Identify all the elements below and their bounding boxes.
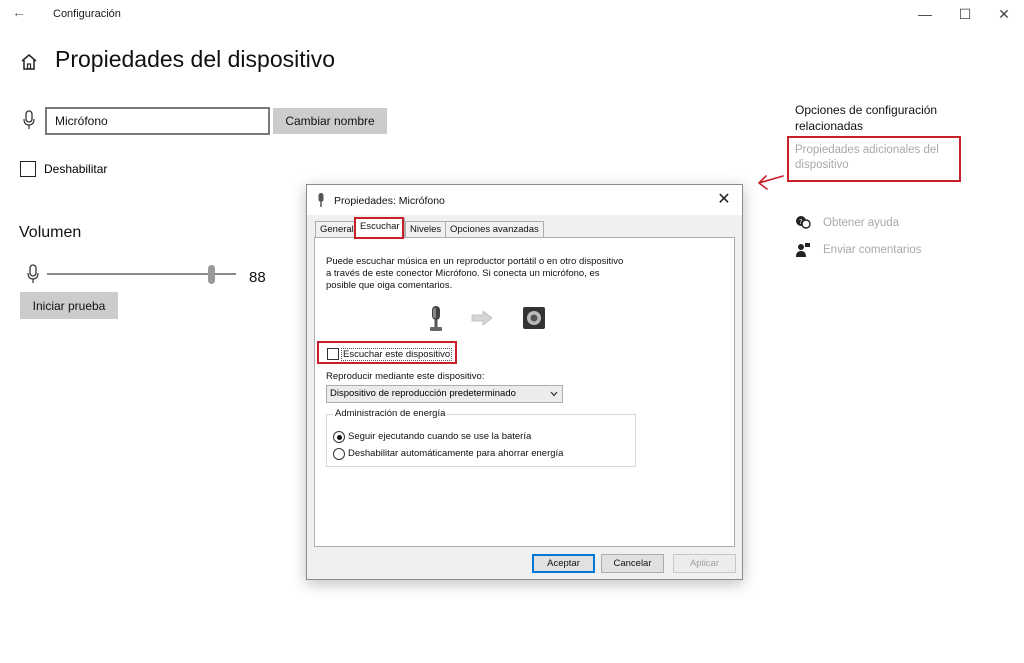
- window-title: Configuración: [53, 8, 121, 20]
- apply-button[interactable]: Aplicar: [673, 554, 736, 573]
- related-settings-title: Opciones de configuración relacionadas: [795, 103, 938, 133]
- minimize-button[interactable]: —: [907, 2, 943, 26]
- send-feedback-link[interactable]: Enviar comentarios: [823, 244, 921, 256]
- svg-text:?: ?: [799, 218, 803, 226]
- power-option-keep-running-label[interactable]: Seguir ejecutando cuando se use la bater…: [348, 431, 531, 443]
- listen-device-checkbox[interactable]: [327, 348, 339, 360]
- highlight-box-escuchar-tab: [354, 217, 404, 239]
- microphone-icon: [23, 110, 35, 129]
- radio-selected-dot: [336, 434, 342, 440]
- chevron-down-icon: [550, 391, 558, 397]
- cancel-button[interactable]: Cancelar: [601, 554, 664, 573]
- power-management-title: Administración de energía: [333, 408, 448, 419]
- volume-microphone-icon: [27, 264, 39, 283]
- speaker-device-icon: [523, 307, 545, 329]
- back-arrow-icon[interactable]: ←: [12, 4, 26, 20]
- tab-general[interactable]: General: [315, 221, 359, 238]
- device-name-input[interactable]: [45, 107, 270, 135]
- home-icon[interactable]: [19, 52, 39, 72]
- disable-checkbox[interactable]: [20, 161, 36, 177]
- volume-slider-thumb[interactable]: [208, 265, 215, 284]
- start-test-button[interactable]: Iniciar prueba: [20, 292, 118, 319]
- dialog-microphone-icon: [318, 193, 324, 207]
- feedback-person-icon: [796, 243, 810, 257]
- get-help-link[interactable]: Obtener ayuda: [823, 217, 899, 229]
- arrow-right-icon: [471, 311, 493, 325]
- additional-properties-link[interactable]: Propiedades adicionales del dispositivo: [795, 143, 955, 173]
- tab-opciones-avanzadas[interactable]: Opciones avanzadas: [445, 221, 544, 238]
- properties-dialog: Propiedades: Micrófono ✕ General Escucha…: [306, 184, 743, 580]
- power-option-auto-disable-label[interactable]: Deshabilitar automáticamente para ahorra…: [348, 448, 563, 460]
- page-title: Propiedades del dispositivo: [55, 46, 336, 72]
- microphone-device-icon: [430, 306, 442, 331]
- volume-value: 88: [249, 269, 266, 286]
- playback-device-value: Dispositivo de reproducción predetermina…: [330, 388, 516, 399]
- ok-button[interactable]: Aceptar: [532, 554, 595, 573]
- dialog-title: Propiedades: Micrófono: [334, 195, 445, 207]
- disable-label: Deshabilitar: [44, 162, 108, 176]
- volume-title: Volumen: [19, 224, 82, 241]
- maximize-button[interactable]: ☐: [947, 2, 983, 26]
- rename-button[interactable]: Cambiar nombre: [273, 108, 387, 134]
- power-option-auto-disable-radio[interactable]: [333, 448, 345, 460]
- playback-label: Reproducir mediante este dispositivo:: [326, 371, 485, 382]
- listen-device-label[interactable]: Escuchar este dispositivo: [341, 348, 453, 361]
- close-window-button[interactable]: ✕: [986, 2, 1022, 26]
- help-chat-icon: ?: [796, 216, 811, 229]
- dialog-close-button[interactable]: ✕: [712, 189, 736, 211]
- power-option-keep-running-radio[interactable]: [333, 431, 345, 443]
- tab-niveles[interactable]: Niveles: [405, 221, 447, 238]
- red-arrow-annotation-icon: [758, 175, 784, 190]
- listen-description: Puede escuchar música en un reproductor …: [326, 256, 624, 291]
- playback-device-select[interactable]: Dispositivo de reproducción predetermina…: [326, 385, 563, 403]
